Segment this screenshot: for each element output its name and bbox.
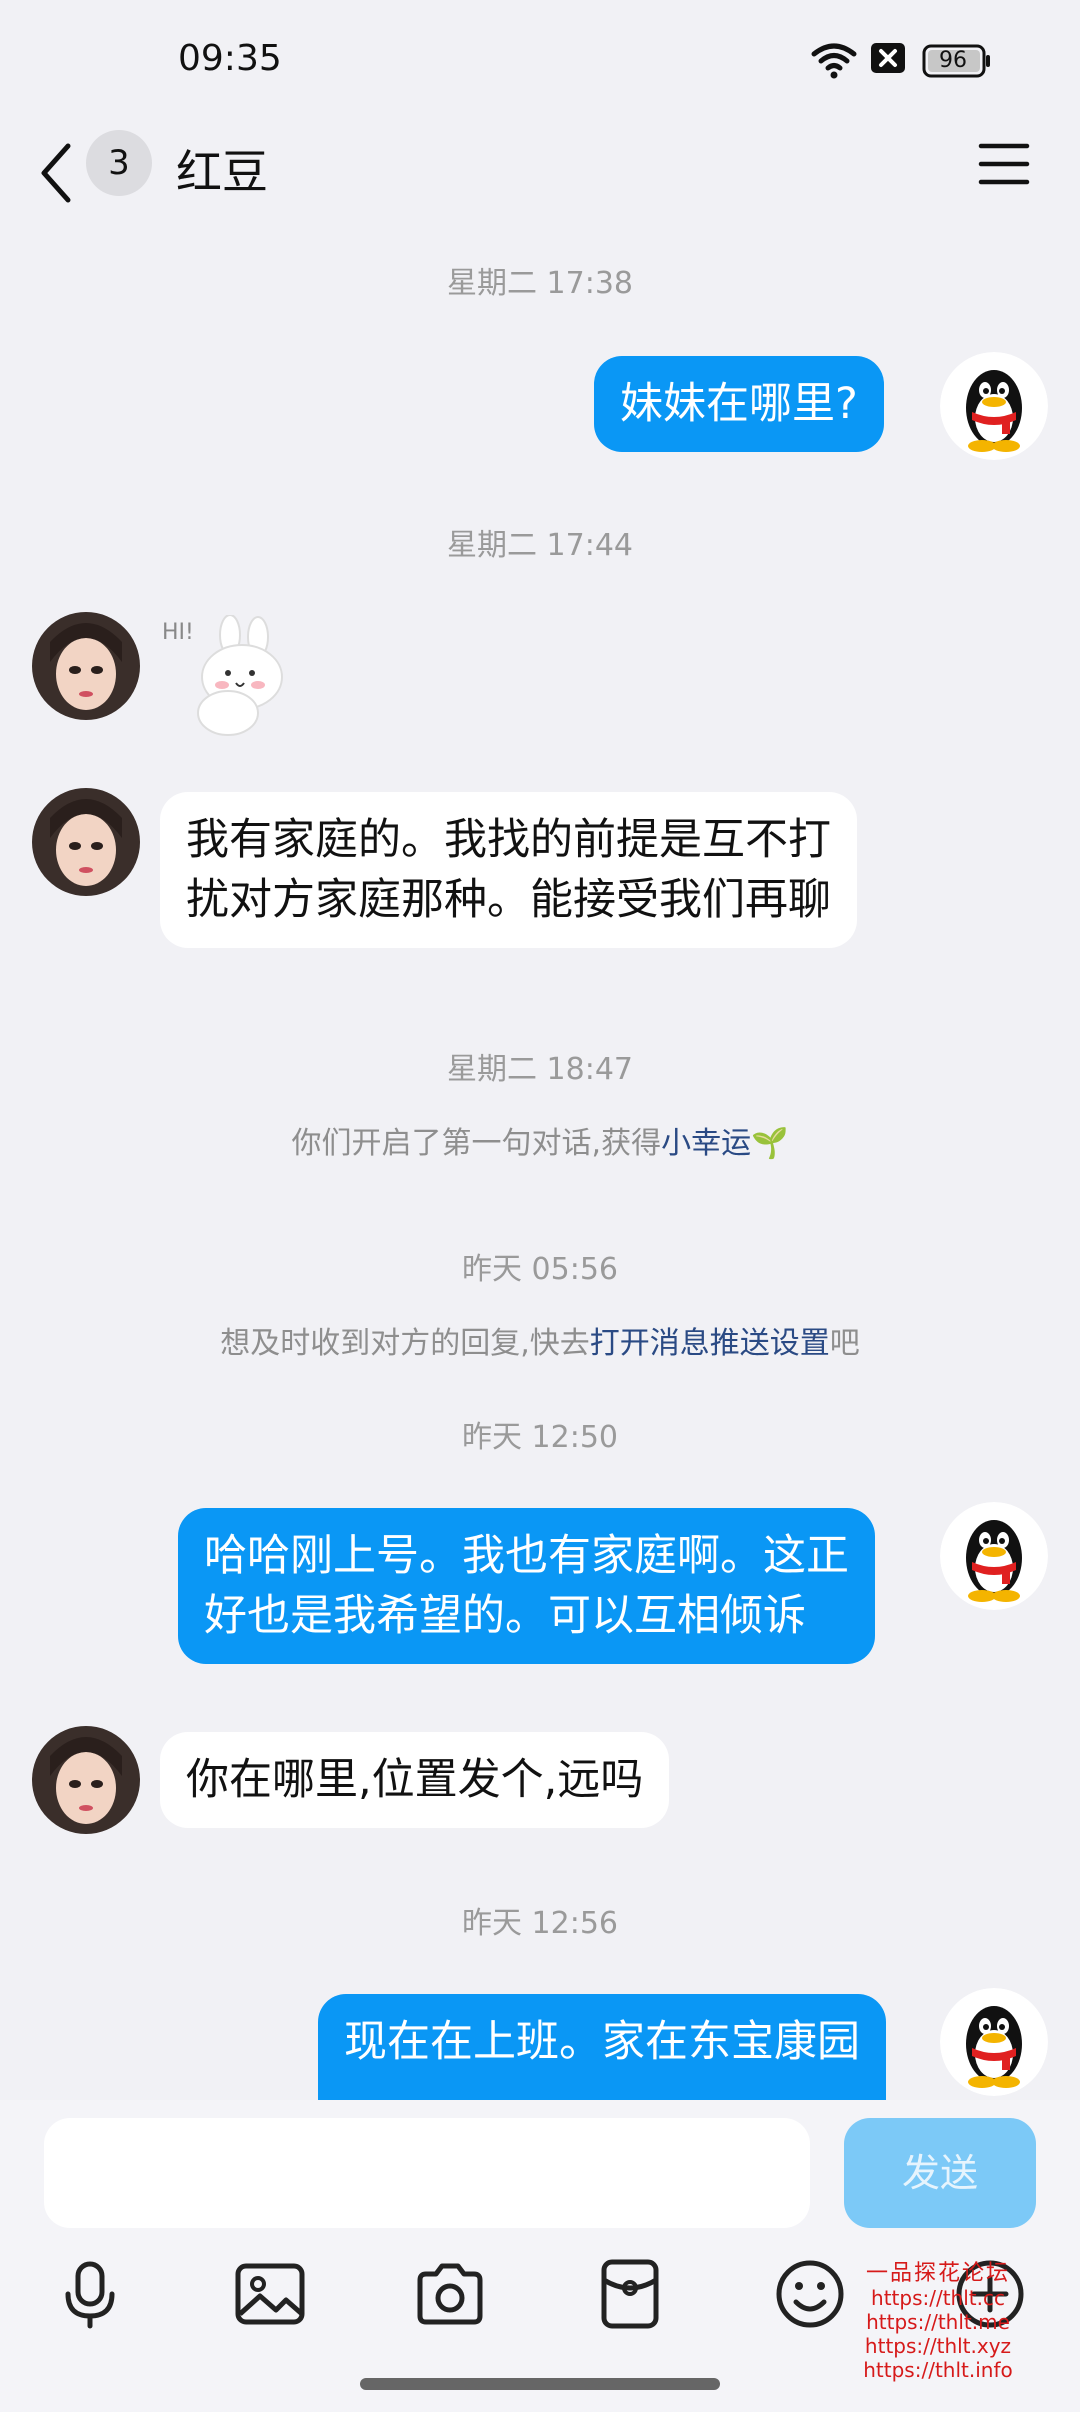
system-notice-text: 吧 (829, 1326, 860, 1361)
watermark-url: https://thlt.cc (871, 2286, 1005, 2310)
message-input[interactable] (44, 2118, 810, 2228)
incoming-message[interactable]: 我有家庭的。我找的前提是互不打 扰对方家庭那种。能接受我们再聊 (160, 792, 857, 948)
microphone-icon[interactable] (52, 2256, 128, 2332)
system-notice: 想及时收到对方的回复,快去打开消息推送设置吧 (0, 1318, 1080, 1362)
hi-rabbit-sticker[interactable]: HI! (160, 614, 300, 740)
watermark-url: https://thlt.info (863, 2358, 1013, 2382)
contact-avatar[interactable] (32, 612, 140, 720)
back-chevron-icon[interactable] (36, 140, 76, 206)
status-time: 09:35 (178, 38, 282, 79)
outgoing-message[interactable]: 妹妹在哪里? (594, 356, 884, 452)
timestamp: 星期二 17:38 (447, 266, 633, 301)
contact-avatar[interactable] (32, 788, 140, 896)
sticker-text: HI! (162, 620, 194, 645)
watermark-url: https://thlt.me (866, 2310, 1010, 2334)
system-notice: 你们开启了第一句对话,获得小幸运🌱 (0, 1118, 1080, 1162)
timestamp: 星期二 18:47 (447, 1052, 633, 1087)
message-line: 好也是我希望的。可以互相倾诉 (204, 1591, 806, 1641)
push-settings-link[interactable]: 打开消息推送设置 (590, 1326, 830, 1361)
battery-icon: 96 (922, 44, 992, 78)
home-indicator[interactable] (360, 2378, 720, 2390)
status-bar: 09:35 96 (0, 0, 1080, 120)
incoming-message[interactable]: 你在哪里,位置发个,远吗 (160, 1732, 670, 1828)
unread-count-badge[interactable]: 3 (86, 130, 152, 196)
self-avatar[interactable] (940, 352, 1048, 460)
chat-title: 红豆 (176, 145, 268, 199)
send-button[interactable]: 发送 (844, 2118, 1036, 2228)
self-avatar[interactable] (940, 1502, 1048, 1610)
menu-icon[interactable] (978, 142, 1030, 186)
outgoing-message[interactable]: 哈哈刚上号。我也有家庭啊。这正 好也是我希望的。可以互相倾诉 (178, 1508, 875, 1664)
contact-avatar[interactable] (32, 1726, 140, 1834)
message-line: 扰对方家庭那种。能接受我们再聊 (186, 875, 831, 925)
emoji-icon[interactable] (772, 2256, 848, 2332)
outgoing-message[interactable]: 现在在上班。家在东宝康园 (318, 1994, 886, 2100)
battery-level: 96 (939, 48, 967, 73)
timestamp: 昨天 12:56 (462, 1906, 618, 1941)
message-line: 哈哈刚上号。我也有家庭啊。这正 (204, 1531, 849, 1581)
system-notice-text: 想及时收到对方的回复,快去 (220, 1326, 590, 1361)
system-notice-text: 你们开启了第一句对话,获得 (291, 1126, 662, 1161)
lucky-link[interactable]: 小幸运 (661, 1126, 751, 1161)
image-icon[interactable] (232, 2256, 308, 2332)
watermark: 一品探花论坛 https://thlt.cc https://thlt.me h… (858, 2261, 1018, 2383)
self-avatar[interactable] (940, 1988, 1048, 2096)
wifi-icon (811, 43, 857, 79)
timestamp: 昨天 12:50 (462, 1420, 618, 1455)
sprout-icon: 🌱 (751, 1126, 789, 1161)
camera-icon[interactable] (412, 2256, 488, 2332)
sim-off-icon (871, 43, 905, 73)
watermark-title: 一品探花论坛 (865, 2261, 1010, 2286)
watermark-url: https://thlt.xyz (864, 2334, 1012, 2358)
timestamp: 星期二 17:44 (447, 528, 633, 563)
message-line: 我有家庭的。我找的前提是互不打 (186, 815, 831, 865)
timestamp: 昨天 05:56 (462, 1252, 618, 1287)
red-packet-icon[interactable] (592, 2256, 668, 2332)
